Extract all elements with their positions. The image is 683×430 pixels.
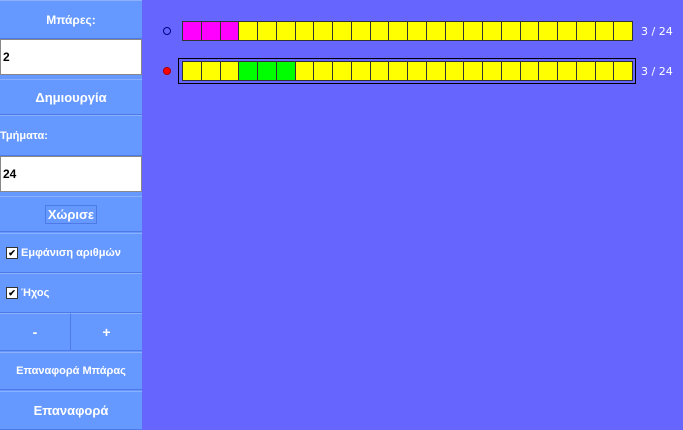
- bar-select-radio[interactable]: [163, 67, 171, 75]
- check-icon: ✔: [6, 247, 18, 259]
- bars-area: 3 / 24 3 / 24: [142, 0, 683, 430]
- bar-row[interactable]: 3 / 24: [142, 21, 683, 41]
- bar-segment[interactable]: [538, 21, 558, 41]
- bar-segment[interactable]: [575, 21, 596, 41]
- bar-row[interactable]: 3 / 24: [142, 58, 683, 84]
- bar-segment[interactable]: [238, 61, 258, 81]
- bar-segment[interactable]: [500, 21, 521, 41]
- bar-segment[interactable]: [594, 21, 615, 41]
- bar-segment[interactable]: [594, 61, 615, 81]
- bar-segment[interactable]: [444, 61, 465, 81]
- bar-segment[interactable]: [182, 21, 202, 41]
- bars-label: Μπάρες:: [0, 0, 142, 39]
- bar-segment[interactable]: [425, 21, 446, 41]
- bar-segment[interactable]: [538, 61, 558, 81]
- bar-count-label: 3 / 24: [641, 25, 673, 38]
- bar-segment[interactable]: [332, 21, 352, 41]
- bar-segment[interactable]: [313, 61, 333, 81]
- show-numbers-checkbox[interactable]: ✔ Εμφάνιση αριθμών: [0, 233, 142, 273]
- bar-segment[interactable]: [275, 21, 296, 41]
- bar-segment[interactable]: [219, 61, 240, 81]
- bar-segment[interactable]: [257, 61, 277, 81]
- bar-segment[interactable]: [182, 61, 202, 81]
- bar-segment[interactable]: [444, 21, 465, 41]
- sidebar: Μπάρες: 2 Δημιουργία Τμήματα: 24 Χώρισε …: [0, 0, 142, 430]
- sound-label: Ήχος: [21, 287, 50, 299]
- bar-segment[interactable]: [463, 21, 483, 41]
- bar-segment[interactable]: [463, 61, 483, 81]
- bars-count-input[interactable]: 2: [0, 39, 142, 75]
- bar-segment[interactable]: [369, 61, 390, 81]
- segments-label: Τμήματα:: [0, 115, 142, 156]
- minus-button[interactable]: -: [0, 313, 71, 351]
- bar-segment[interactable]: [200, 21, 221, 41]
- bar-segment[interactable]: [257, 21, 277, 41]
- bar-segment[interactable]: [407, 21, 427, 41]
- bar-segment[interactable]: [350, 61, 371, 81]
- bar-count-label: 3 / 24: [641, 65, 673, 78]
- check-icon: ✔: [6, 287, 18, 299]
- bar-segment[interactable]: [482, 61, 502, 81]
- bar-segment[interactable]: [388, 61, 408, 81]
- bar-segment[interactable]: [388, 21, 408, 41]
- create-button[interactable]: Δημιουργία: [0, 79, 142, 115]
- bar-select-radio[interactable]: [163, 27, 171, 35]
- show-numbers-label: Εμφάνιση αριθμών: [21, 247, 121, 259]
- bar-segment[interactable]: [575, 61, 596, 81]
- bar-segment[interactable]: [313, 21, 333, 41]
- bar-segment[interactable]: [613, 21, 633, 41]
- bar-segment[interactable]: [219, 21, 240, 41]
- bar-segment[interactable]: [519, 21, 540, 41]
- bar-segment[interactable]: [350, 21, 371, 41]
- bar-segment[interactable]: [557, 21, 577, 41]
- bar-segment[interactable]: [294, 21, 315, 41]
- bar-segment[interactable]: [519, 61, 540, 81]
- reset-button[interactable]: Επαναφορά: [0, 391, 142, 430]
- bar-segment[interactable]: [500, 61, 521, 81]
- reset-bar-button[interactable]: Επαναφορά Μπάρας: [0, 352, 142, 390]
- plus-button[interactable]: +: [71, 313, 142, 351]
- split-button[interactable]: Χώρισε: [0, 196, 142, 232]
- bar-segment[interactable]: [332, 61, 352, 81]
- split-button-label: Χώρισε: [44, 204, 98, 224]
- bar-segment[interactable]: [369, 21, 390, 41]
- bar-segment[interactable]: [425, 61, 446, 81]
- bar-segment[interactable]: [238, 21, 258, 41]
- bar-segment[interactable]: [294, 61, 315, 81]
- segments-count-input[interactable]: 24: [0, 156, 142, 192]
- bar-segment[interactable]: [613, 61, 633, 81]
- bar-segment[interactable]: [557, 61, 577, 81]
- bar-segment[interactable]: [407, 61, 427, 81]
- sound-checkbox[interactable]: ✔ Ήχος: [0, 273, 142, 313]
- bar-segment[interactable]: [482, 21, 502, 41]
- bar-segment[interactable]: [275, 61, 296, 81]
- bar-segment[interactable]: [200, 61, 221, 81]
